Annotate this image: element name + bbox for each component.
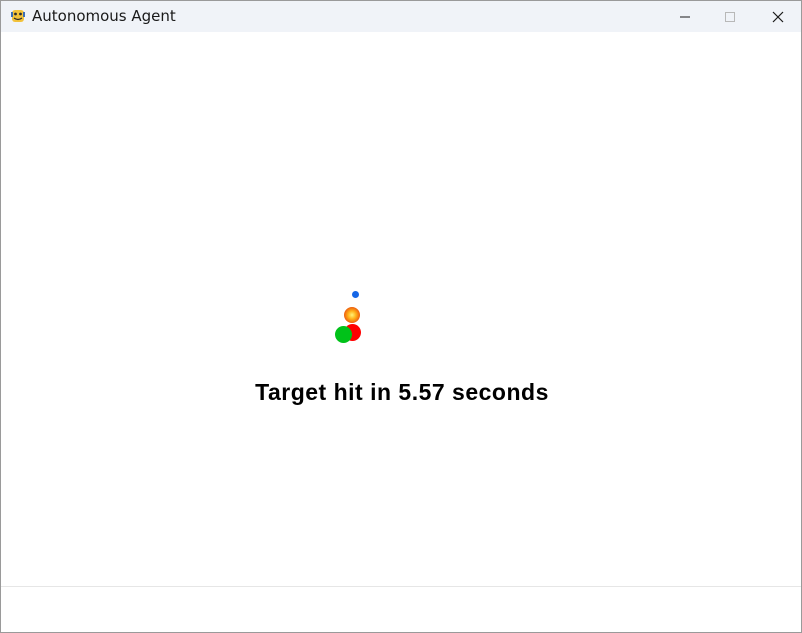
- python-snake-icon: [11, 10, 25, 22]
- projectile-dot: [352, 291, 359, 298]
- app-window: Autonomous Agent Target hit in 5.57 seco…: [0, 0, 802, 633]
- status-message: Target hit in 5.57 seconds: [255, 379, 549, 405]
- maximize-button[interactable]: [707, 1, 753, 32]
- close-button[interactable]: [755, 1, 801, 32]
- close-icon: [772, 11, 784, 22]
- explosion-icon: [344, 307, 360, 323]
- minimize-icon: [680, 16, 690, 17]
- minimize-button[interactable]: [662, 1, 708, 32]
- window-bottom-area: [1, 586, 801, 632]
- game-canvas[interactable]: Target hit in 5.57 seconds: [1, 32, 801, 586]
- maximize-icon: [725, 11, 735, 22]
- agent-circle: [335, 326, 352, 343]
- window-title: Autonomous Agent: [32, 7, 176, 25]
- title-bar[interactable]: Autonomous Agent: [1, 1, 801, 32]
